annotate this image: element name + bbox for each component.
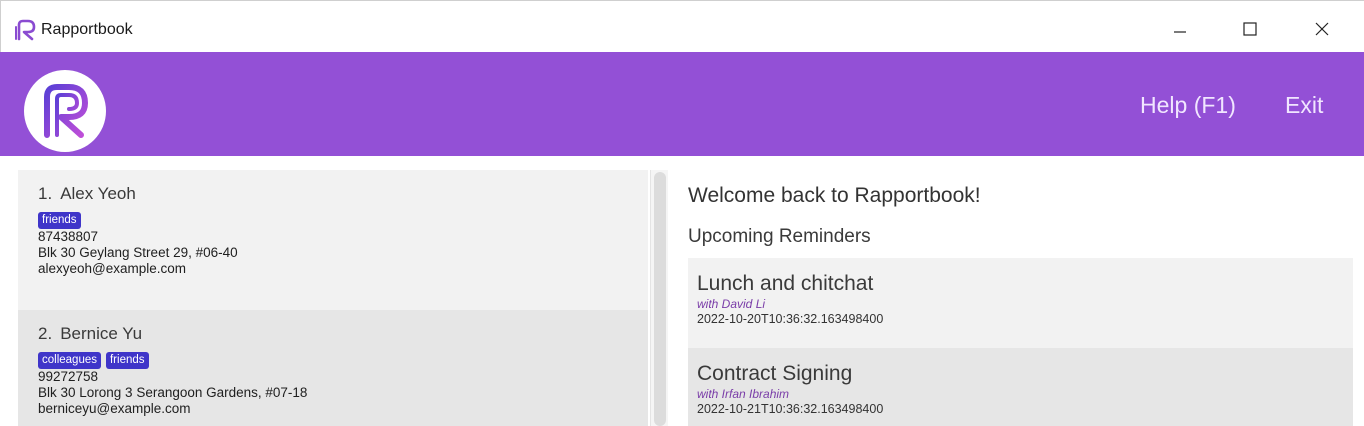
reminder-with: with David Li: [697, 297, 766, 311]
reminder-with: with Irfan Ibrahim: [697, 387, 790, 401]
person-index: 2.: [38, 324, 53, 343]
tag-list: friends: [38, 212, 648, 229]
rapportbook-logo: [36, 84, 88, 138]
reminder-date: 2022-10-21T10:36:32.163498400: [697, 402, 884, 416]
close-button[interactable]: [1299, 9, 1345, 49]
welcome-message: Welcome back to Rapportbook!: [688, 184, 981, 207]
maximize-icon: [1243, 22, 1257, 36]
logo: [24, 70, 106, 152]
app-header: Help (F1) Exit: [0, 52, 1364, 156]
person-email: berniceyu@example.com: [38, 401, 191, 416]
tag: friends: [105, 352, 149, 369]
help-menu[interactable]: Help (F1): [1140, 92, 1236, 119]
reminder-title: Lunch and chitchat: [697, 272, 874, 295]
tag: colleagues: [38, 352, 101, 369]
maximize-button[interactable]: [1227, 9, 1273, 49]
person-card[interactable]: 2. Bernice Yu colleagues friends 99272758…: [18, 310, 648, 426]
reminder-card[interactable]: Contract Signing with Irfan Ibrahim 2022…: [688, 348, 1353, 426]
person-card[interactable]: 1. Alex Yeoh friends 87438807 Blk 30 Geyl…: [18, 170, 648, 310]
person-index: 1.: [38, 184, 53, 203]
reminder-title: Contract Signing: [697, 362, 853, 385]
person-phone: 99272758: [38, 369, 99, 384]
minimize-icon: [1174, 31, 1186, 33]
exit-menu[interactable]: Exit: [1285, 92, 1323, 119]
person-name: Alex Yeoh: [60, 184, 136, 203]
window-title-bar: Rapportbook: [0, 0, 1364, 52]
person-name-row: 2. Bernice Yu: [38, 324, 648, 344]
person-email: alexyeoh@example.com: [38, 261, 187, 276]
person-list-scrollbar[interactable]: [650, 170, 668, 426]
person-address: Blk 30 Geylang Street 29, #06-40: [38, 245, 238, 260]
reminder-date: 2022-10-20T10:36:32.163498400: [697, 312, 884, 326]
reminders-heading: Upcoming Reminders: [688, 226, 871, 247]
person-name: Bernice Yu: [60, 324, 143, 343]
person-phone: 87438807: [38, 229, 99, 244]
person-address: Blk 30 Lorong 3 Serangoon Gardens, #07-1…: [38, 385, 308, 400]
reminder-card[interactable]: Lunch and chitchat with David Li 2022-10…: [688, 258, 1353, 348]
app-icon: [15, 19, 36, 41]
close-icon: [1315, 22, 1329, 36]
minimize-button[interactable]: [1157, 9, 1203, 49]
tag: friends: [38, 212, 81, 229]
person-name-row: 1. Alex Yeoh: [38, 184, 648, 204]
tag-list: colleagues friends: [38, 352, 648, 369]
scrollbar-thumb[interactable]: [654, 172, 666, 426]
window-title: Rapportbook: [41, 21, 133, 38]
